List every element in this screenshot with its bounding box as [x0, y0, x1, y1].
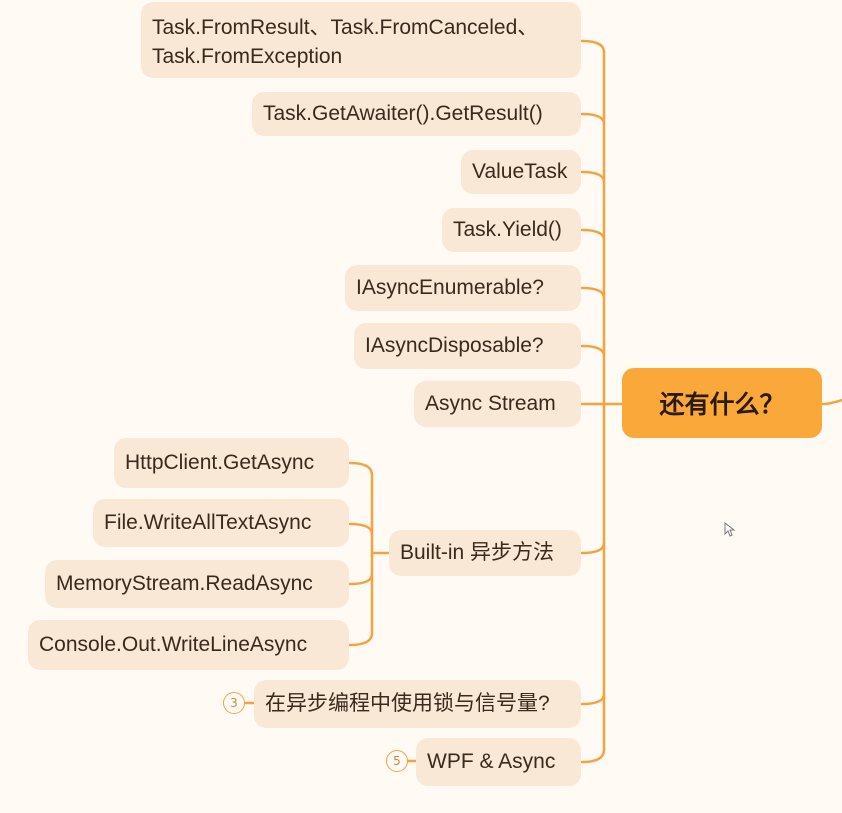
topic-wpf-async[interactable]: WPF & Async [416, 738, 581, 786]
topic-iasyncenumerable[interactable]: IAsyncEnumerable? [345, 265, 581, 311]
subtopic-httpclient-getasync[interactable]: HttpClient.GetAsync [114, 438, 349, 488]
subtopic-label: File.WriteAllTextAsync [104, 511, 312, 534]
mouse-cursor-icon [724, 522, 736, 537]
topic-label: Task.GetAwaiter().GetResult() [263, 102, 543, 125]
central-topic-label: 还有什么？ [659, 391, 785, 419]
topic-task-fromresult[interactable]: Task.FromResult、Task.FromCanceled、Task.F… [141, 2, 581, 78]
subtopic-label: MemoryStream.ReadAsync [56, 572, 313, 595]
central-topic[interactable]: 还有什么？ [622, 368, 822, 438]
collapsed-count-badge[interactable]: 5 [386, 750, 408, 772]
subtopic-console-out-writelineasync[interactable]: Console.Out.WriteLineAsync [28, 620, 349, 670]
topic-async-stream[interactable]: Async Stream [414, 381, 581, 427]
topic-valuetask[interactable]: ValueTask [461, 150, 581, 194]
topic-label: ValueTask [472, 160, 568, 183]
collapsed-count-badge[interactable]: 3 [223, 692, 245, 714]
topic-iasyncdisposable[interactable]: IAsyncDisposable? [354, 323, 581, 369]
subtopic-label: Console.Out.WriteLineAsync [39, 633, 308, 656]
topic-built-in-async-methods[interactable]: Built-in 异步方法 [389, 530, 581, 576]
topic-getawaiter-getresult[interactable]: Task.GetAwaiter().GetResult() [252, 92, 581, 136]
subtopic-memorystream-readasync[interactable]: MemoryStream.ReadAsync [45, 560, 349, 608]
topic-label: Async Stream [425, 392, 556, 415]
subtopic-file-writealltextasync[interactable]: File.WriteAllTextAsync [93, 499, 349, 547]
topic-label: 在异步编程中使用锁与信号量? [265, 692, 550, 715]
topic-label: IAsyncEnumerable? [356, 276, 544, 299]
topic-task-yield[interactable]: Task.Yield() [442, 208, 581, 252]
topic-locks-and-semaphores[interactable]: 在异步编程中使用锁与信号量? [254, 680, 581, 728]
topic-label: WPF & Async [427, 750, 556, 773]
topic-label: Task.FromResult、Task.FromCanceled、Task.F… [152, 16, 539, 68]
subtopic-label: HttpClient.GetAsync [125, 451, 315, 474]
topic-label: IAsyncDisposable? [365, 334, 544, 357]
topic-label: Built-in 异步方法 [400, 541, 555, 564]
topic-label: Task.Yield() [453, 218, 562, 241]
